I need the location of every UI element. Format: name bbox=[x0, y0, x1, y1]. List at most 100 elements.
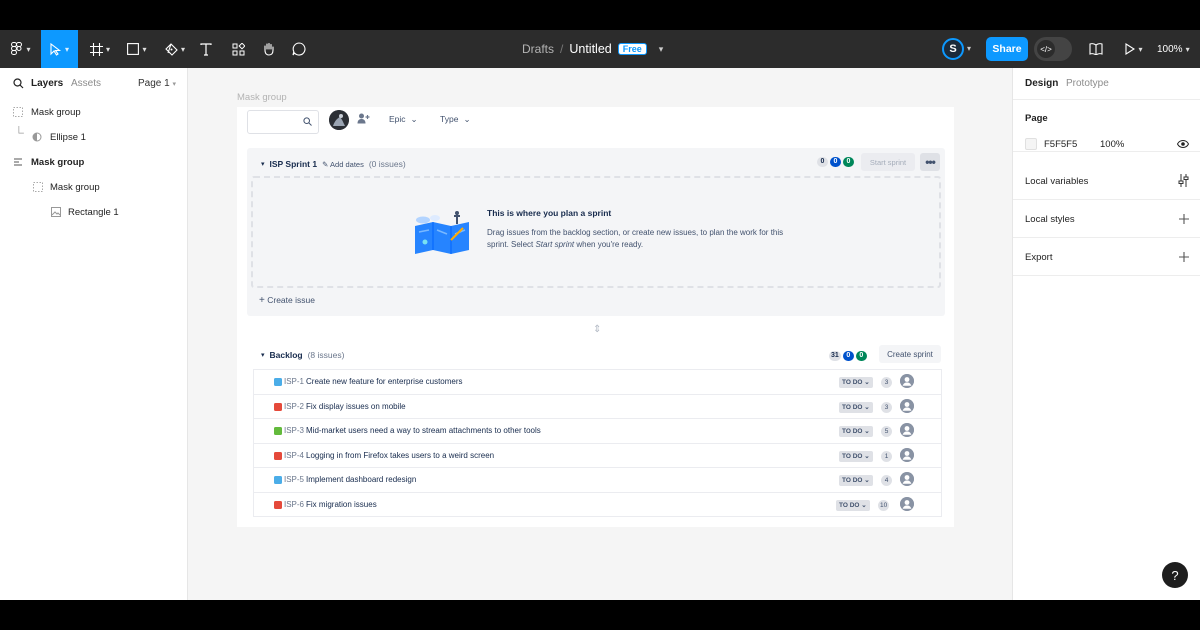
layer-row[interactable]: Mask group bbox=[0, 176, 188, 198]
plus-icon[interactable] bbox=[1179, 252, 1189, 262]
jira-board-image[interactable]: Epic ⌄ Type ⌄ ▾ ISP Sprint 1 ✎ Add dates (… bbox=[237, 107, 954, 527]
status-badge: TO DO ⌄ bbox=[836, 499, 870, 511]
search-icon[interactable] bbox=[13, 78, 24, 89]
chevron-down-icon: ▾ bbox=[1185, 44, 1190, 54]
user-avatar[interactable]: S bbox=[942, 38, 964, 60]
epic-filter-label: Epic bbox=[389, 114, 406, 124]
mask-group-icon bbox=[33, 182, 43, 192]
export-section: Export bbox=[1013, 238, 1200, 276]
design-panel-tabs: Design Prototype bbox=[1013, 68, 1200, 100]
tab-design[interactable]: Design bbox=[1025, 78, 1058, 89]
issue-key: ISP-3 bbox=[284, 426, 305, 435]
export-title: Export bbox=[1025, 252, 1053, 263]
issue-summary: Create new feature for enterprise custom… bbox=[306, 377, 463, 386]
start-sprint-button: Start sprint bbox=[861, 153, 915, 171]
zoom-level: 100% bbox=[1157, 43, 1183, 55]
page-color-swatch[interactable] bbox=[1025, 138, 1037, 150]
table-row: ISP-2 Fix display issues on mobile TO DO ⌄… bbox=[254, 395, 941, 419]
toolbar: ▾ ▾ ▾ ▾ ▾ Drafts / Untitled Free ▾ S ▾ S… bbox=[0, 30, 1200, 68]
pen-tool-button[interactable]: ▾ bbox=[161, 30, 189, 68]
add-dates: ✎ Add dates bbox=[322, 160, 364, 169]
plus-icon[interactable] bbox=[1179, 214, 1189, 224]
page-selector[interactable]: Page 1 ▾ bbox=[138, 78, 176, 89]
library-button[interactable] bbox=[1086, 30, 1106, 68]
chevron-down-icon: ▾ bbox=[105, 44, 110, 54]
page-color-value[interactable]: F5F5F5 bbox=[1044, 139, 1077, 150]
shape-tool-button[interactable]: ▾ bbox=[123, 30, 151, 68]
code-icon: </> bbox=[1037, 40, 1055, 58]
board-search-input bbox=[247, 110, 319, 134]
help-button[interactable]: ? bbox=[1162, 562, 1188, 588]
story-points-badge: 10 bbox=[878, 499, 890, 511]
file-title[interactable]: Untitled bbox=[569, 42, 611, 56]
pen-tool-icon bbox=[165, 42, 178, 56]
figma-menu-button[interactable]: ▾ bbox=[8, 30, 34, 68]
chevron-down-icon[interactable]: ▾ bbox=[967, 44, 971, 53]
move-tool-button[interactable]: ▾ bbox=[41, 30, 78, 68]
table-row: ISP-5 Implement dashboard redesign TO DO ⌄… bbox=[254, 468, 941, 493]
eye-icon[interactable] bbox=[1177, 140, 1189, 148]
share-button[interactable]: Share bbox=[986, 37, 1028, 61]
local-variables-section: Local variables bbox=[1013, 162, 1200, 200]
page-opacity-value[interactable]: 100% bbox=[1100, 139, 1124, 150]
layer-row[interactable]: Ellipse 1 bbox=[0, 126, 188, 148]
chevron-down-icon: ⌄ bbox=[862, 379, 870, 386]
bug-type-icon bbox=[274, 451, 282, 460]
breadcrumb: Drafts / Untitled Free ▾ bbox=[522, 30, 663, 68]
resources-button[interactable] bbox=[229, 30, 247, 68]
local-styles-title: Local styles bbox=[1025, 214, 1075, 225]
page-section: Page F5F5F5 100% bbox=[1013, 100, 1200, 152]
tab-assets[interactable]: Assets bbox=[71, 78, 101, 89]
breadcrumb-drafts[interactable]: Drafts bbox=[522, 42, 554, 56]
auto-layout-icon bbox=[14, 158, 22, 166]
hand-tool-button[interactable] bbox=[259, 30, 279, 68]
table-row: ISP-6 Fix migration issues TO DO ⌄ 10 bbox=[254, 493, 941, 517]
status-badge: TO DO ⌄ bbox=[839, 426, 873, 437]
status-badge: TO DO ⌄ bbox=[839, 450, 873, 462]
more-actions-button: ••• bbox=[920, 153, 940, 171]
story-type-icon bbox=[274, 427, 282, 435]
sprint-estimate-pills: 0 0 0 bbox=[817, 157, 854, 167]
table-row: ISP-1 Create new feature for enterprise c… bbox=[254, 370, 941, 395]
done-count-badge: 0 bbox=[855, 351, 867, 361]
comment-tool-button[interactable] bbox=[289, 30, 309, 68]
frame-tool-button[interactable]: ▾ bbox=[86, 30, 114, 68]
assignee-avatar bbox=[900, 496, 914, 511]
table-row: ISP-4 Logging in from Firefox takes users… bbox=[254, 444, 941, 468]
add-people-icon bbox=[357, 113, 370, 124]
plan-badge[interactable]: Free bbox=[617, 43, 647, 55]
zoom-control[interactable]: 100% ▾ bbox=[1157, 30, 1190, 68]
present-button[interactable]: ▾ bbox=[1120, 30, 1148, 68]
status-label: TO DO bbox=[842, 477, 863, 484]
library-icon bbox=[1089, 43, 1103, 55]
sprint-name: ISP Sprint 1 bbox=[269, 159, 318, 169]
sprint-header: ▾ ISP Sprint 1 ✎ Add dates (0 issues) bbox=[261, 159, 406, 169]
frame-label[interactable]: Mask group bbox=[237, 92, 287, 103]
canvas[interactable]: Mask group Epic ⌄ Type ⌄ ▾ ISP Sprint 1 ✎ … bbox=[188, 68, 1012, 600]
layer-row[interactable]: Mask group bbox=[0, 101, 188, 123]
assignee-avatar bbox=[900, 472, 914, 486]
tab-layers[interactable]: Layers bbox=[31, 78, 63, 89]
layer-row[interactable]: Rectangle 1 bbox=[0, 201, 188, 223]
file-menu-chevron-icon[interactable]: ▾ bbox=[659, 44, 664, 55]
chevron-down-icon: ⌄ bbox=[862, 452, 870, 460]
assignee-avatar bbox=[900, 447, 914, 462]
story-points-badge: 5 bbox=[881, 426, 892, 437]
dev-mode-toggle[interactable]: </> bbox=[1034, 37, 1072, 61]
layer-label: Mask group bbox=[31, 156, 85, 168]
chevron-down-icon: ▾ bbox=[26, 44, 31, 54]
status-badge: TO DO ⌄ bbox=[839, 401, 873, 413]
shape-tool-icon bbox=[127, 43, 140, 55]
layer-row[interactable]: Mask group bbox=[0, 151, 188, 173]
chevron-down-icon: ▾ bbox=[64, 44, 69, 54]
layers-panel: Layers Assets Page 1 ▾ Mask group Ellips… bbox=[0, 68, 188, 600]
status-label: TO DO bbox=[842, 403, 863, 411]
backlog-estimate-pills: 31 0 0 bbox=[829, 351, 867, 361]
variables-settings-icon[interactable] bbox=[1178, 174, 1189, 187]
local-variables-title[interactable]: Local variables bbox=[1025, 176, 1088, 187]
present-icon bbox=[1125, 43, 1136, 55]
breadcrumb-separator: / bbox=[560, 42, 564, 56]
issue-key: ISP-6 bbox=[284, 499, 305, 509]
tab-prototype[interactable]: Prototype bbox=[1066, 78, 1109, 89]
text-tool-button[interactable] bbox=[196, 30, 216, 68]
